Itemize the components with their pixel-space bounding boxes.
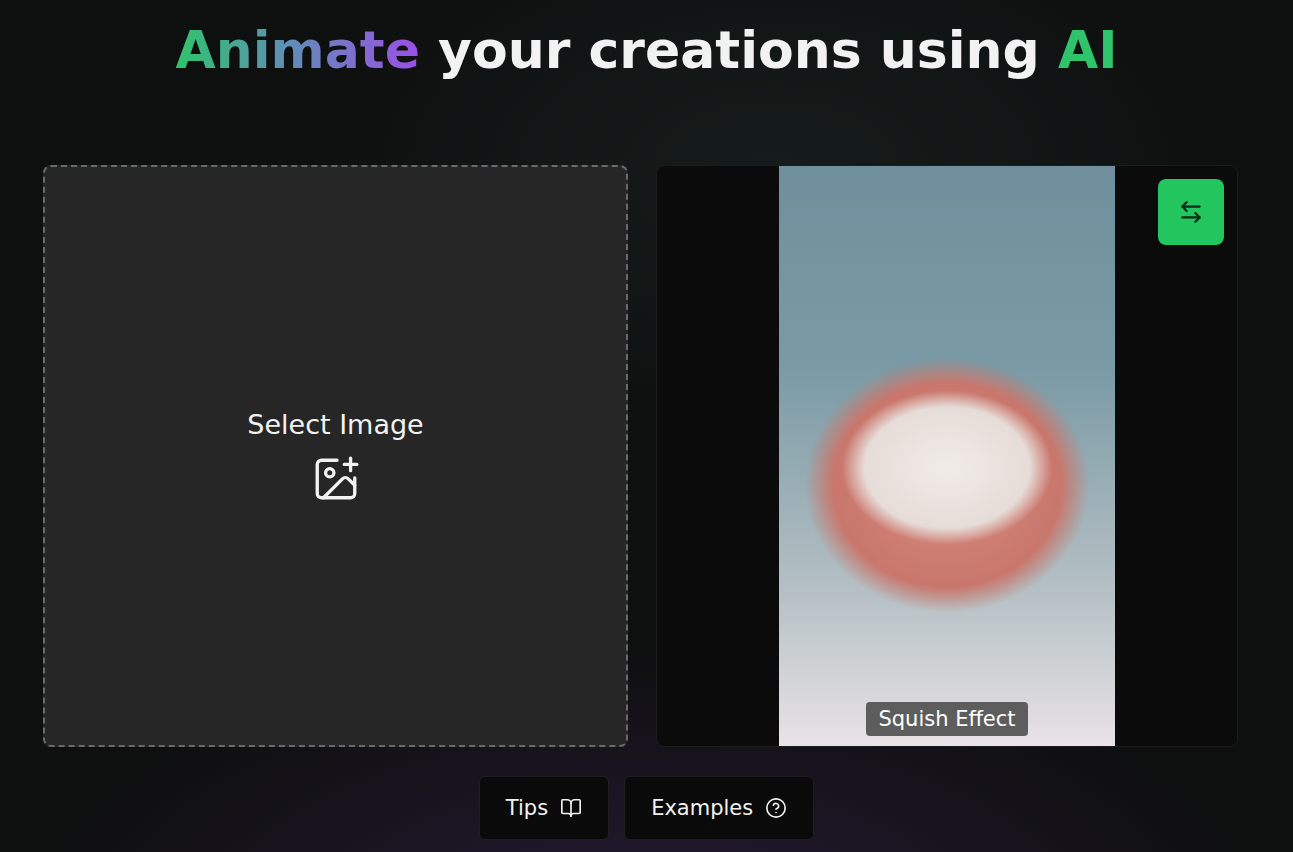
- swap-arrows-icon: [1178, 199, 1204, 225]
- title-segment: AI: [1058, 20, 1118, 80]
- upload-panel[interactable]: Select Image: [43, 165, 628, 747]
- page: Animate your creations using AI Select Im…: [0, 0, 1293, 852]
- image-plus-icon: [311, 454, 361, 504]
- swap-button[interactable]: [1158, 179, 1224, 245]
- page-title: Animate your creations using AI: [175, 18, 1117, 82]
- help-button[interactable]: Examples: [624, 776, 814, 840]
- upload-label: Select Image: [247, 409, 423, 440]
- book-icon: [560, 797, 582, 819]
- title-segment: your creations using: [420, 20, 1058, 80]
- guide-button[interactable]: Tips: [479, 776, 609, 840]
- effect-caption: Squish Effect: [866, 702, 1027, 736]
- panels: Select Image Squish Effect: [43, 165, 1238, 747]
- title-segment: Animate: [175, 20, 420, 80]
- help-circle-icon: [765, 797, 787, 819]
- button-label: Tips: [506, 796, 548, 820]
- preview-image: Squish Effect: [779, 166, 1115, 746]
- preview-panel: Squish Effect: [656, 165, 1238, 747]
- button-label: Examples: [651, 796, 753, 820]
- button-row: Tips Examples: [479, 776, 814, 840]
